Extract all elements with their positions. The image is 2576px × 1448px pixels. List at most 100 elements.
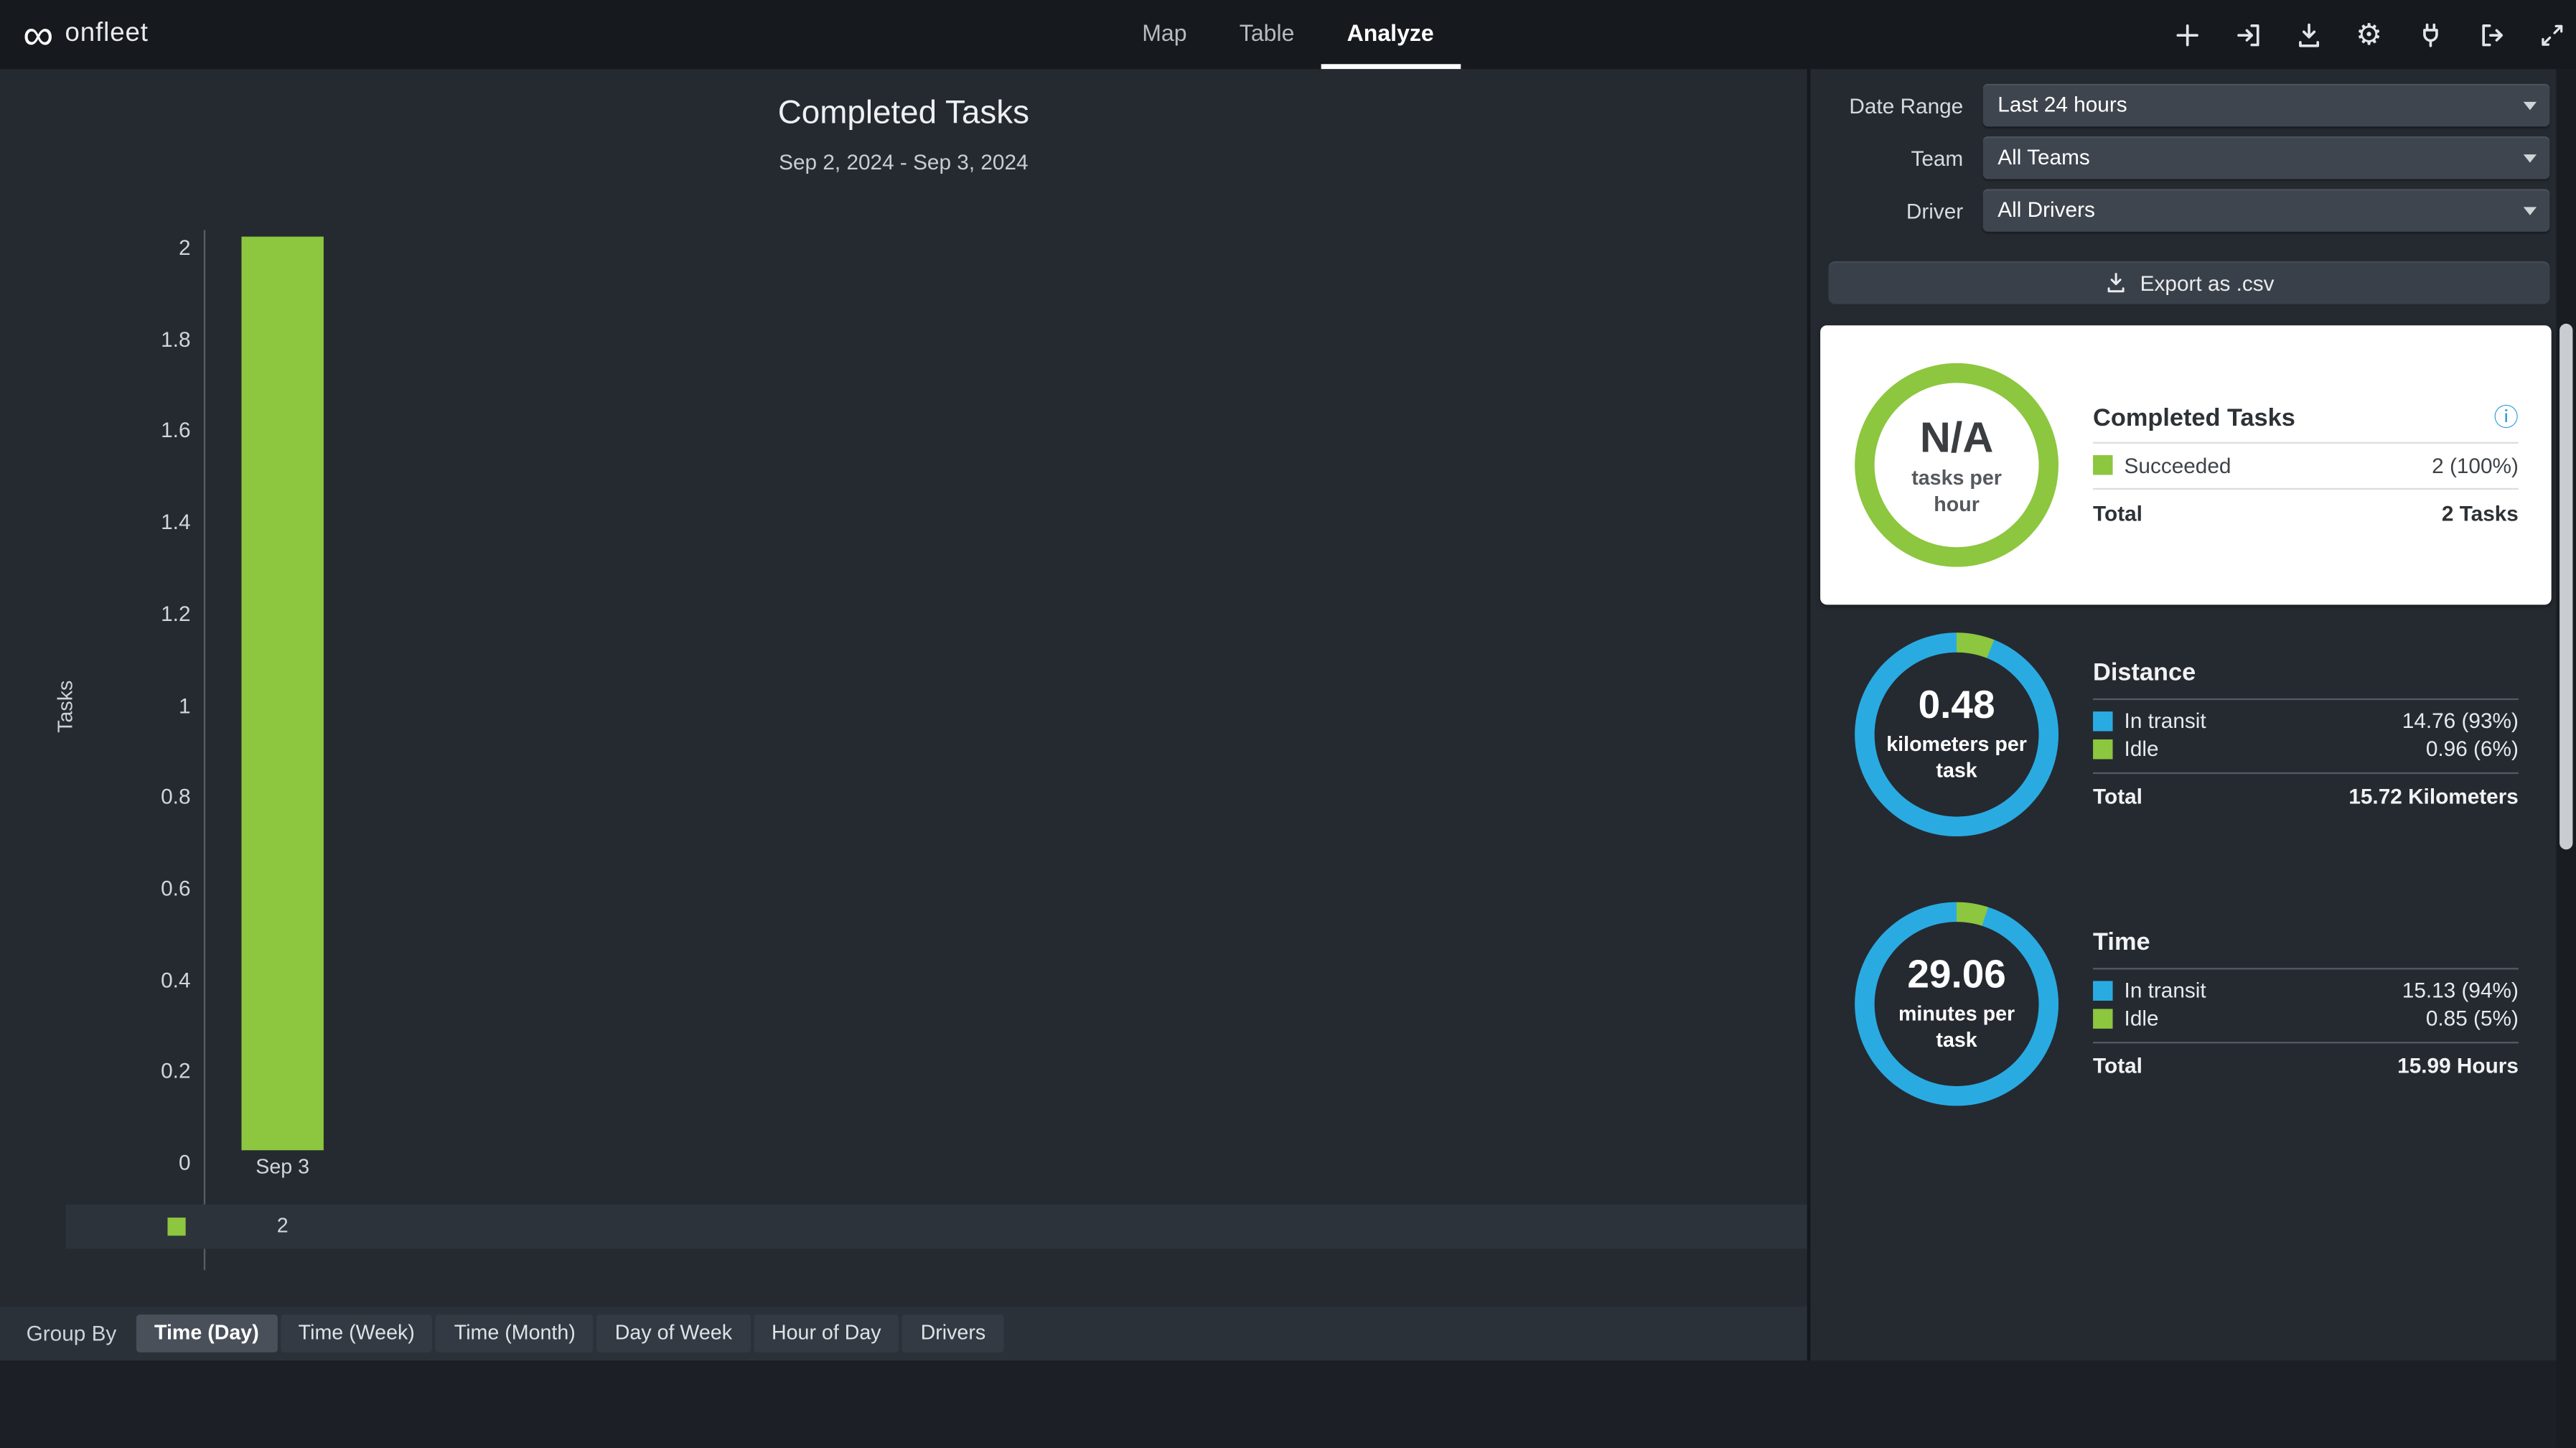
idle-swatch [2093, 1008, 2112, 1027]
scrollbar-thumb[interactable] [2559, 324, 2572, 849]
team-select[interactable]: All Teams [1983, 136, 2550, 179]
stat-value: 0.85 (5%) [2426, 1006, 2519, 1030]
export-csv-button[interactable]: Export as .csv [1829, 261, 2550, 304]
stat-row: In transit 15.13 (94%) [2093, 977, 2519, 1004]
divider [2093, 488, 2519, 490]
metric-unit: minutes per task [1886, 1003, 2028, 1055]
y-tick-label: 0.2 [89, 1058, 191, 1085]
metric-value: N/A [1920, 412, 1993, 463]
bottom-strip [0, 1360, 2576, 1447]
divider [2093, 442, 2519, 444]
card-title: Time [2093, 928, 2150, 956]
export-csv-label: Export as .csv [2140, 271, 2275, 295]
y-tick-label: 2 [89, 235, 191, 261]
infinity-logo-icon: ∞ [23, 1, 53, 67]
team-value: All Teams [1983, 136, 2550, 179]
divider [2093, 698, 2519, 699]
date-range-row: Date Range Last 24 hours [1829, 84, 2550, 127]
total-row: Total 15.99 Hours [2093, 1051, 2519, 1080]
stat-value: 0.96 (6%) [2426, 736, 2519, 760]
import-icon[interactable] [2233, 19, 2262, 49]
in-transit-swatch [2093, 980, 2112, 999]
stat-value: 15.13 (94%) [2402, 978, 2519, 1002]
y-tick-label: 1.4 [89, 510, 191, 536]
completed-tasks-card: N/A tasks per hour Completed Tasks ⓘ Suc… [1820, 325, 2552, 604]
groupby-option-hour-of-day[interactable]: Hour of Day [754, 1314, 899, 1353]
card-details: Completed Tasks ⓘ Succeeded 2 (100%) Tot… [2093, 403, 2519, 528]
time-donut: 29.06 minutes per task [1855, 902, 2059, 1106]
completed-tasks-donut: N/A tasks per hour [1855, 363, 2059, 567]
tab-analyze[interactable]: Analyze [1321, 0, 1460, 69]
in-transit-swatch [2093, 711, 2112, 730]
driver-select[interactable]: All Drivers [1983, 189, 2550, 232]
integrations-plug-icon[interactable] [2415, 19, 2445, 49]
date-range-select[interactable]: Last 24 hours [1983, 84, 2550, 127]
stat-row: Succeeded 2 (100%) [2093, 452, 2519, 478]
distance-card: 0.48 kilometers per task Distance In tra… [1820, 620, 2552, 849]
onfleet-analytics-app: Completed Tasks Sep 2, 2024 - Sep 3, 202… [0, 0, 2576, 1448]
group-by-buttons: Time (Day) Time (Week) Time (Month) Day … [136, 1314, 1004, 1353]
total-label: Total [2093, 500, 2142, 525]
sign-out-icon[interactable] [2476, 19, 2505, 49]
idle-swatch [2093, 739, 2112, 758]
y-tick-label: 0.6 [89, 876, 191, 902]
y-tick-label: 1.2 [89, 602, 191, 628]
groupby-option-drivers[interactable]: Drivers [902, 1314, 1003, 1353]
group-by-label: Group By [27, 1321, 117, 1345]
card-title: Completed Tasks [2093, 403, 2295, 431]
stat-row: Idle 0.85 (5%) [2093, 1005, 2519, 1032]
gear-icon[interactable]: ⚙ [2354, 19, 2384, 49]
chart-title: Completed Tasks [0, 95, 1807, 134]
divider [2093, 772, 2519, 773]
chevron-down-icon [2524, 154, 2537, 162]
stat-label: Succeeded [2125, 453, 2231, 477]
groupby-option-day-of-week[interactable]: Day of Week [597, 1314, 751, 1353]
top-nav: ∞ onfleet Map Table Analyze ⚙ [0, 0, 2576, 69]
date-range-value: Last 24 hours [1983, 84, 2550, 127]
y-tick-label: 0.4 [89, 968, 191, 994]
analytics-sidebar: Date Range Last 24 hours Team All Teams … [1810, 69, 2556, 1360]
donut-center: N/A tasks per hour [1875, 383, 2039, 547]
metric-cards: N/A tasks per hour Completed Tasks ⓘ Suc… [1820, 325, 2552, 1119]
total-value: 15.99 Hours [2397, 1053, 2519, 1078]
y-axis-line [204, 230, 205, 1270]
x-tick-label: Sep 3 [200, 1155, 365, 1178]
total-value: 2 Tasks [2442, 500, 2519, 525]
stat-row: Idle 0.96 (6%) [2093, 735, 2519, 762]
stat-value: 2 (100%) [2432, 453, 2519, 477]
chart-subtitle: Sep 2, 2024 - Sep 3, 2024 [0, 149, 1807, 174]
expand-icon[interactable] [2537, 19, 2566, 49]
y-tick-label: 1.8 [89, 327, 191, 353]
groupby-option-time-week[interactable]: Time (Week) [281, 1314, 434, 1353]
onfleet-logo: ∞ onfleet [23, 0, 149, 69]
donut-center: 29.06 minutes per task [1875, 922, 2039, 1086]
chart-legend-row: 2 [66, 1205, 1807, 1249]
download-icon [2104, 271, 2127, 294]
tasks-bar [241, 237, 323, 1151]
nav-icon-buttons: ⚙ [2172, 0, 2566, 69]
groupby-option-time-month[interactable]: Time (Month) [436, 1314, 594, 1353]
groupby-option-time-day[interactable]: Time (Day) [136, 1314, 277, 1353]
plus-icon[interactable] [2172, 19, 2201, 49]
y-tick-label: 0 [89, 1150, 191, 1177]
divider [2093, 967, 2519, 968]
divider [2093, 1041, 2519, 1042]
y-axis-label: Tasks [55, 681, 78, 733]
legend-swatch [167, 1218, 185, 1236]
team-label: Team [1829, 146, 1964, 170]
brand-name: onfleet [65, 19, 149, 49]
download-icon[interactable] [2293, 19, 2323, 49]
info-icon[interactable]: ⓘ [2494, 405, 2519, 429]
driver-value: All Drivers [1983, 189, 2550, 232]
tab-table[interactable]: Table [1213, 0, 1321, 69]
view-tabs: Map Table Analyze [1116, 0, 1461, 69]
stat-label: In transit [2125, 978, 2206, 1002]
stat-row: In transit 14.76 (93%) [2093, 707, 2519, 734]
y-tick-label: 1.6 [89, 417, 191, 444]
tab-map[interactable]: Map [1116, 0, 1214, 69]
driver-label: Driver [1829, 198, 1964, 223]
stat-label: Idle [2125, 1006, 2159, 1030]
metric-unit: kilometers per task [1886, 734, 2028, 785]
vertical-scrollbar[interactable] [2557, 69, 2576, 1447]
group-by-bar: Group By Time (Day) Time (Week) Time (Mo… [0, 1307, 1807, 1361]
